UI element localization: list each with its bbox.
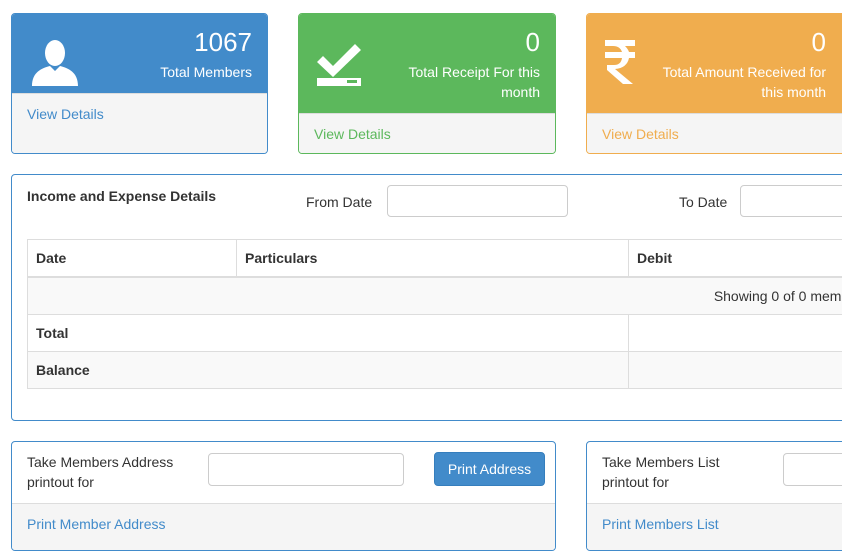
view-details-link[interactable]: View Details — [314, 126, 391, 142]
column-header-debit[interactable]: Debit — [629, 240, 842, 278]
members-address-footer[interactable]: Print Member Address — [12, 503, 555, 550]
total-receipt-count: 0 — [526, 27, 540, 57]
total-members-card: 1067 Total Members View Details — [11, 13, 268, 154]
empty-table-text: Showing 0 of 0 member(s) — [714, 288, 842, 304]
total-receipt-card: 0 Total Receipt For this month View Deta… — [298, 13, 556, 154]
income-expense-table: Date Particulars Debit Showing 0 of 0 me… — [27, 239, 842, 389]
total-members-count: 1067 — [194, 27, 252, 57]
total-amount-card: 0 Total Amount Received for this month V… — [586, 13, 842, 154]
view-details-link[interactable]: View Details — [27, 106, 104, 122]
rupee-icon — [603, 38, 637, 86]
income-expense-title: Income and Expense Details — [27, 188, 216, 204]
balance-label: Balance — [28, 352, 629, 389]
members-address-input[interactable] — [208, 453, 404, 486]
total-label: Total — [28, 315, 629, 352]
members-list-text: Take Members List printout for — [602, 452, 719, 492]
total-value — [629, 315, 842, 352]
column-header-particulars[interactable]: Particulars — [237, 240, 629, 278]
income-expense-panel: Income and Expense Details From Date To … — [11, 174, 842, 421]
print-member-address-link[interactable]: Print Member Address — [27, 516, 166, 532]
to-date-input[interactable] — [740, 185, 842, 217]
members-address-text-line1: Take Members Address — [27, 454, 173, 470]
total-members-label: Total Members — [160, 62, 252, 82]
total-amount-header: 0 Total Amount Received for this month — [587, 14, 842, 113]
table-row-total: Total — [28, 315, 842, 352]
members-list-footer[interactable]: Print Members List — [587, 503, 842, 550]
check-icon — [317, 40, 363, 88]
total-amount-label: Total Amount Received for this month — [646, 62, 826, 102]
members-address-text-line2: printout for — [27, 474, 94, 490]
members-address-panel: Take Members Address printout for Print … — [11, 441, 556, 551]
table-row-empty: Showing 0 of 0 member(s) — [28, 277, 842, 315]
print-members-list-link[interactable]: Print Members List — [602, 516, 719, 532]
from-date-input[interactable] — [387, 185, 568, 217]
user-icon — [30, 38, 80, 88]
view-details-link[interactable]: View Details — [602, 126, 679, 142]
members-address-text: Take Members Address printout for — [27, 452, 173, 492]
to-date-label: To Date — [679, 194, 727, 210]
members-list-panel: Take Members List printout for Print Mem… — [586, 441, 842, 551]
table-header-row: Date Particulars Debit — [28, 240, 842, 278]
balance-value — [629, 352, 842, 389]
print-address-button[interactable]: Print Address — [434, 452, 545, 486]
total-amount-footer[interactable]: View Details — [587, 113, 842, 153]
from-date-label: From Date — [306, 194, 372, 210]
members-list-text-line2: printout for — [602, 474, 669, 490]
total-receipt-label: Total Receipt For this month — [390, 62, 540, 102]
column-header-date[interactable]: Date — [28, 240, 237, 278]
total-members-header: 1067 Total Members — [12, 14, 267, 93]
total-receipt-header: 0 Total Receipt For this month — [299, 14, 555, 113]
members-list-input[interactable] — [783, 453, 842, 486]
total-receipt-footer[interactable]: View Details — [299, 113, 555, 153]
table-row-balance: Balance — [28, 352, 842, 389]
members-list-text-line1: Take Members List — [602, 454, 719, 470]
total-amount-value: 0 — [812, 27, 826, 57]
total-members-footer[interactable]: View Details — [12, 93, 267, 153]
